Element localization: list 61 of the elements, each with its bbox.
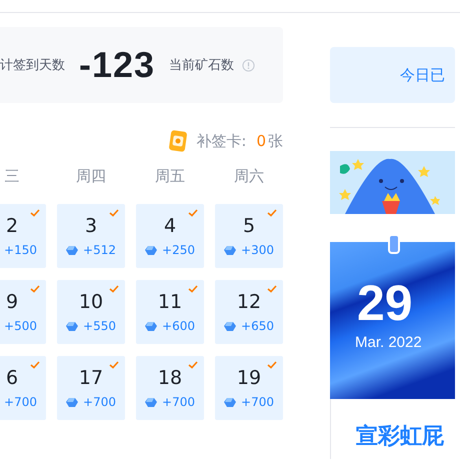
weekday-label: 周六: [234, 167, 264, 185]
ore-icon: [224, 396, 236, 408]
points-label: +700: [241, 395, 274, 409]
day-cell[interactable]: 2 +150: [0, 204, 46, 268]
ore-icon: [145, 320, 158, 332]
day-number: 12: [236, 291, 262, 313]
stat-label: 计签到天数: [0, 57, 65, 74]
day-number: 11: [158, 291, 182, 313]
weekday-label: 周五: [155, 167, 185, 185]
makeup-card-label: 补签卡:: [196, 132, 246, 150]
calendar-day: 29: [357, 278, 455, 328]
card-title: 宣彩虹屁: [356, 424, 444, 449]
day-cell[interactable]: 3 +512: [57, 204, 125, 268]
makeup-card-unit: 张: [268, 132, 283, 150]
stat-label: 当前矿石数: [169, 57, 234, 74]
day-number: 4: [164, 215, 176, 237]
day-number: 19: [236, 367, 262, 389]
weekday-label: 三: [4, 167, 20, 185]
ore-icon: [224, 244, 236, 256]
day-cell[interactable]: 4 +250: [136, 204, 204, 268]
points-label: +250: [162, 243, 195, 257]
day-cell[interactable]: 19 +700: [215, 356, 283, 420]
calendar-month: Mar. 2022: [355, 334, 423, 351]
day-number: 5: [242, 215, 256, 237]
day-number: 18: [158, 367, 182, 389]
points-label: +700: [162, 395, 195, 409]
ore-icon: [66, 244, 78, 256]
points-label: +700: [83, 395, 116, 409]
points-label: +300: [241, 243, 274, 257]
pin-icon: [388, 234, 400, 254]
points-label: +512: [83, 243, 116, 257]
day-number: 6: [6, 367, 18, 389]
points-label: +650: [241, 319, 274, 333]
day-number: 17: [78, 367, 104, 389]
day-cell[interactable]: 11 +600: [136, 280, 204, 344]
makeup-card-count: 0: [256, 132, 266, 150]
day-number: 3: [84, 215, 98, 237]
day-cell[interactable]: 17 +700: [57, 356, 125, 420]
day-number: 9: [6, 291, 18, 313]
day-cell[interactable]: 18 +700: [136, 356, 204, 420]
day-cell[interactable]: 5 +300: [215, 204, 283, 268]
day-cell[interactable]: 6 +700: [0, 356, 46, 420]
weekday-label: 周四: [76, 167, 106, 185]
points-label: +500: [4, 319, 37, 333]
day-cell[interactable]: 12 +650: [215, 280, 283, 344]
day-number: 10: [78, 291, 104, 313]
ore-count: -123: [79, 44, 156, 86]
points-label: +550: [83, 319, 116, 333]
info-icon[interactable]: [242, 58, 256, 72]
ore-icon: [224, 320, 236, 332]
day-cell[interactable]: 9 +500: [0, 280, 46, 344]
card-icon: [168, 129, 188, 153]
points-label: +700: [4, 395, 37, 409]
ore-icon: [145, 396, 158, 408]
ore-icon: [66, 320, 78, 332]
day-cell[interactable]: 10 +550: [57, 280, 125, 344]
ore-icon: [145, 244, 158, 256]
ore-icon: [66, 396, 78, 408]
points-label: +600: [162, 319, 195, 333]
day-number: 2: [6, 215, 18, 237]
points-label: +150: [4, 243, 37, 257]
